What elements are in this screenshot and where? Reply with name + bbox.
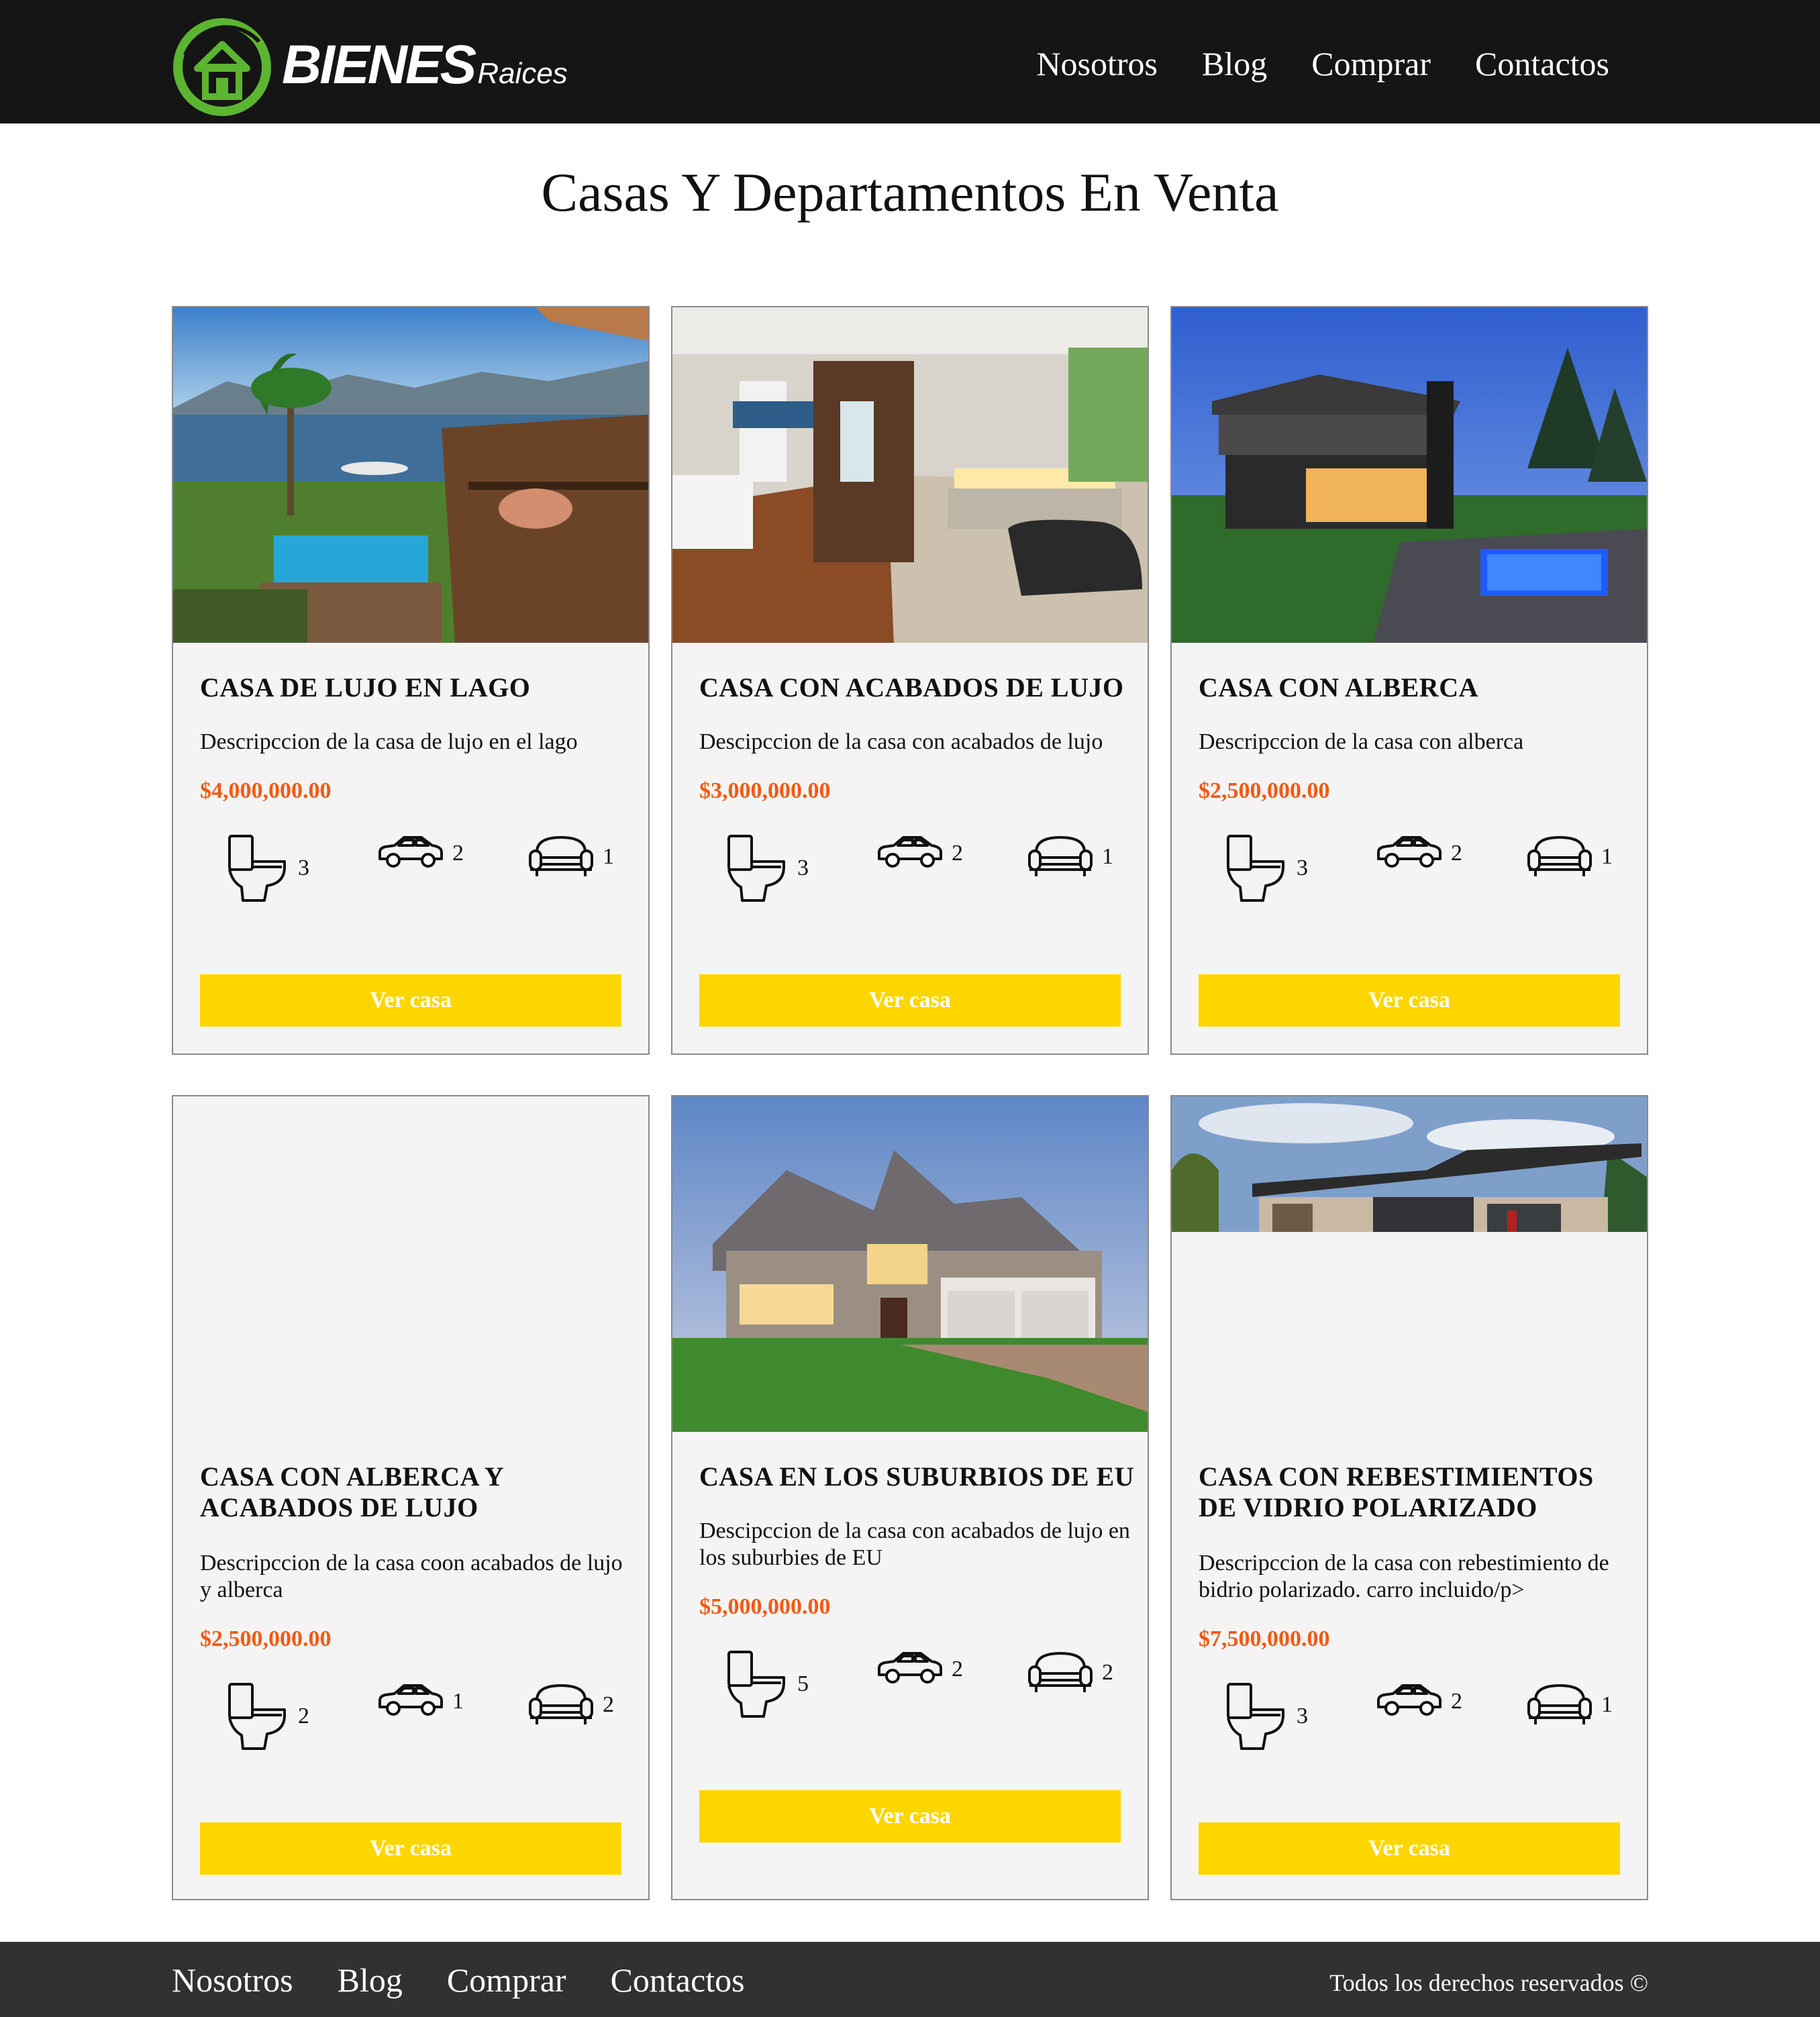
toilet-icon [1227, 835, 1284, 902]
car-icon [378, 1684, 443, 1716]
rooms-count: 1 [603, 844, 614, 869]
listing-price: $2,500,000.00 [1199, 778, 1330, 803]
car-icon [378, 836, 443, 868]
footer-link-comprar[interactable]: Comprar [447, 1961, 566, 2000]
rooms-count: 2 [1102, 1660, 1113, 1685]
wc-count: 3 [1297, 856, 1308, 880]
logo-sub-text: Raices [477, 57, 568, 90]
footer-link-contactos[interactable]: Contactos [611, 1961, 745, 2000]
page-title: Casas Y Departamentos En Venta [541, 162, 1279, 223]
wc-count: 2 [298, 1704, 309, 1728]
copyright-text: Todos los derechos reservados © [1329, 1969, 1648, 1996]
listing-title: CASA CON ALBERCA Y ACABADOS DE LUJO [200, 1461, 503, 1522]
listing-price: $5,000,000.00 [699, 1594, 831, 1619]
view-house-button[interactable]: Ver casa [699, 1790, 1121, 1843]
listing-price: $3,000,000.00 [699, 778, 831, 803]
footer-link-nosotros[interactable]: Nosotros [172, 1961, 293, 2000]
sofa-icon [1028, 836, 1093, 876]
listing-photo-lake [173, 307, 648, 643]
listing-card: CASA CON ACABADOS DE LUJO Descipccion de… [671, 306, 1149, 1055]
sofa-icon [1527, 836, 1592, 876]
nav-link-nosotros[interactable]: Nosotros [1036, 47, 1158, 81]
parking-count: 2 [1451, 1689, 1462, 1714]
listing-card: CASA CON REBESTIMIENTOS DE VIDRIO POLARI… [1170, 1095, 1648, 1900]
toilet-icon [228, 1683, 286, 1750]
listing-features: 3 2 1 [225, 833, 614, 907]
parking-count: 2 [952, 1657, 963, 1682]
toilet-icon [228, 835, 286, 902]
rooms-count: 1 [1601, 1692, 1613, 1717]
toilet-icon [727, 835, 785, 902]
house-logo-icon [173, 18, 271, 116]
listing-photo-interior [672, 307, 1148, 643]
footer-nav: Nosotros Blog Comprar Contactos [172, 1961, 745, 2000]
listing-card: CASA EN LOS SUBURBIOS DE EU Descipccion … [671, 1095, 1149, 1900]
listing-photo-glass-house [1172, 1096, 1647, 1432]
logo-main-text: BIENES [282, 34, 476, 95]
view-house-button[interactable]: Ver casa [200, 974, 621, 1027]
nav-link-blog[interactable]: Blog [1202, 47, 1267, 81]
site-header: BIENESRaices Nosotros Blog Comprar Conta… [0, 0, 1820, 123]
car-icon [1377, 1684, 1442, 1716]
view-house-button[interactable]: Ver casa [1199, 974, 1620, 1027]
footer-link-blog[interactable]: Blog [338, 1961, 403, 2000]
parking-count: 2 [1451, 841, 1462, 866]
sofa-icon [529, 1684, 593, 1724]
nav-link-comprar[interactable]: Comprar [1311, 47, 1431, 81]
nav-link-contactos[interactable]: Contactos [1475, 47, 1609, 81]
parking-count: 2 [452, 841, 464, 866]
listing-description: Descipccion de la casa con acabados de l… [699, 729, 1103, 754]
listing-description: Descripccion de la casa con alberca [1199, 729, 1524, 754]
listing-photo-suburban-house [672, 1096, 1148, 1432]
listing-photo-empty [173, 1096, 648, 1432]
car-icon [878, 1652, 942, 1684]
listing-title: CASA CON ALBERCA [1199, 672, 1478, 703]
wc-count: 5 [797, 1671, 809, 1696]
listing-features: 2 1 2 [225, 1682, 614, 1755]
site-footer: Nosotros Blog Comprar Contactos Todos lo… [0, 1942, 1820, 2017]
listing-card: CASA CON ALBERCA Y ACABADOS DE LUJO Desc… [172, 1095, 650, 1900]
listing-title: CASA EN LOS SUBURBIOS DE EU [699, 1461, 1135, 1492]
listing-photo-pool-house [1172, 307, 1647, 643]
wc-count: 3 [797, 856, 809, 880]
wc-count: 3 [1297, 1704, 1308, 1728]
listing-features: 3 2 1 [725, 833, 1113, 907]
listing-price: $2,500,000.00 [200, 1626, 332, 1651]
parking-count: 1 [452, 1689, 464, 1714]
sofa-icon [1028, 1652, 1093, 1692]
listing-features: 3 2 1 [1224, 833, 1613, 907]
listing-card: CASA CON ALBERCA Descripccion de la casa… [1170, 306, 1648, 1055]
rooms-count: 1 [1601, 844, 1613, 869]
view-house-button[interactable]: Ver casa [1199, 1822, 1620, 1875]
view-house-button[interactable]: Ver casa [200, 1822, 621, 1875]
toilet-icon [1227, 1683, 1284, 1750]
main-nav: Nosotros Blog Comprar Contactos [1036, 47, 1609, 81]
car-icon [878, 836, 942, 868]
wc-count: 3 [298, 856, 309, 880]
listing-description: Descripccion de la casa coon acabados de… [200, 1551, 623, 1602]
rooms-count: 1 [1102, 844, 1113, 869]
toilet-icon [727, 1651, 785, 1718]
listing-description: Descripccion de la casa con rebestimient… [1199, 1551, 1609, 1602]
sofa-icon [1527, 1684, 1592, 1724]
rooms-count: 2 [603, 1692, 614, 1717]
listing-card: CASA DE LUJO EN LAGO Descripccion de la … [172, 306, 650, 1055]
listing-price: $4,000,000.00 [200, 778, 332, 803]
sofa-icon [529, 836, 593, 876]
listing-title: CASA DE LUJO EN LAGO [200, 672, 531, 703]
listing-price: $7,500,000.00 [1199, 1626, 1330, 1651]
car-icon [1377, 836, 1442, 868]
listing-features: 5 2 2 [725, 1649, 1113, 1723]
view-house-button[interactable]: Ver casa [699, 974, 1121, 1027]
listing-features: 3 2 1 [1224, 1682, 1613, 1755]
listing-title: CASA CON ACABADOS DE LUJO [699, 672, 1124, 703]
parking-count: 2 [952, 841, 963, 866]
listing-title: CASA CON REBESTIMIENTOS DE VIDRIO POLARI… [1199, 1461, 1594, 1522]
site-logo[interactable]: BIENESRaices [172, 15, 568, 119]
listing-description: Descripccion de la casa de lujo en el la… [200, 729, 578, 754]
listing-description: Descipccion de la casa con acabados de l… [699, 1518, 1130, 1570]
